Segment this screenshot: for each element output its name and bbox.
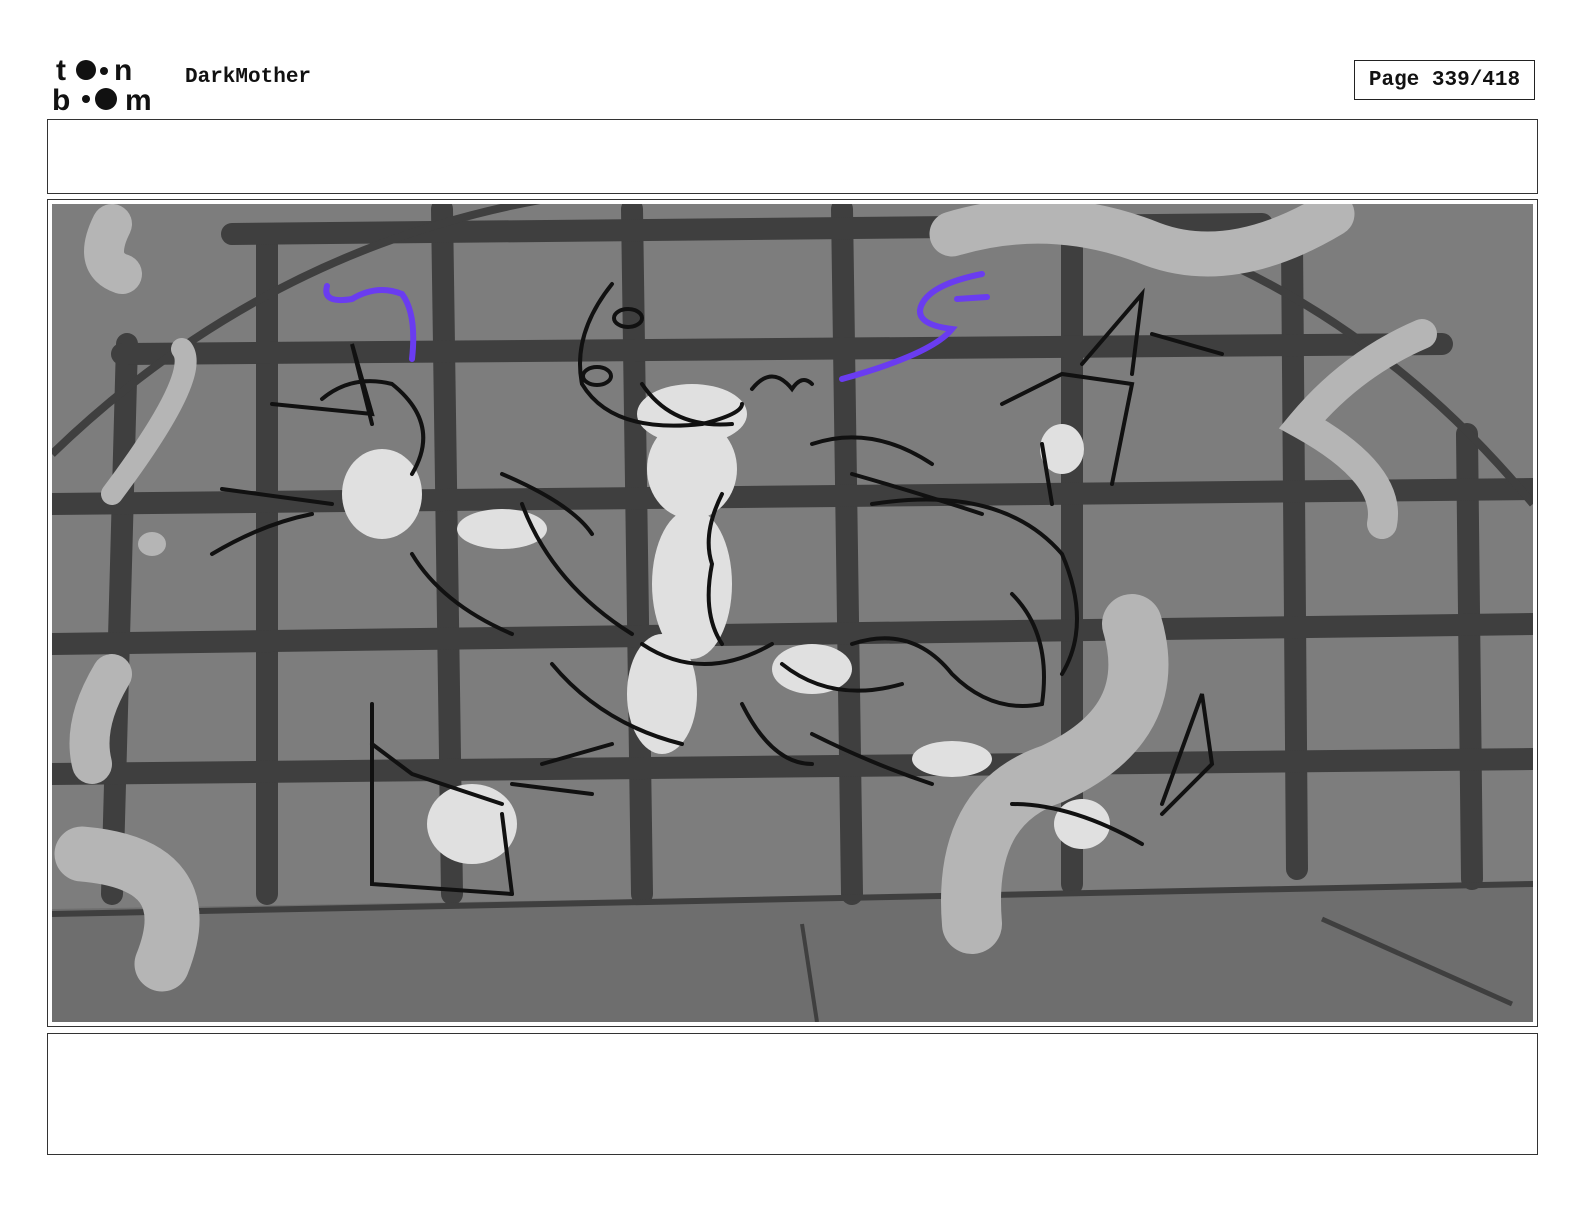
svg-text:m: m: [125, 84, 152, 112]
toonboom-logo: t n b m: [52, 54, 152, 112]
svg-text:n: n: [114, 54, 132, 87]
svg-text:b: b: [52, 84, 70, 112]
panel-header-box: [47, 119, 1538, 194]
sketch-drawing: [52, 204, 1533, 1022]
storyboard-panel-image: [52, 204, 1533, 1022]
page-counter: Page 339/418: [1354, 60, 1535, 100]
svg-text:t: t: [56, 54, 66, 87]
project-title: DarkMother: [185, 66, 312, 89]
panel-notes-box: [47, 1033, 1538, 1155]
